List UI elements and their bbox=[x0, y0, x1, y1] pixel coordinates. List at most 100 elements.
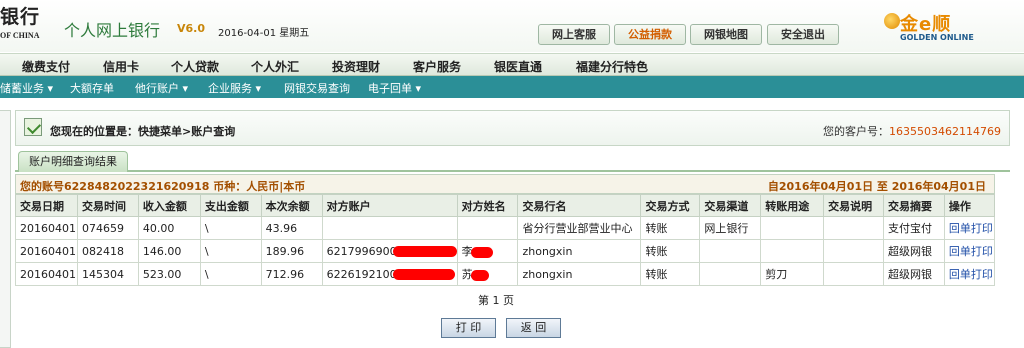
table-row: 20160401 145304 523.00 \ 712.96 62261921… bbox=[15, 262, 996, 286]
table-row: 20160401 082418 146.00 \ 189.96 62179969… bbox=[15, 239, 996, 263]
nav-item-fujian-special[interactable]: 福建分行特色 bbox=[576, 58, 648, 75]
cell-purpose bbox=[760, 216, 825, 240]
sub-nav: 储蓄业务 ▾ 大额存单 他行账户 ▾ 企业服务 ▾ 网银交易查询 电子回单 ▾ bbox=[0, 76, 1024, 98]
cell-balance: 189.96 bbox=[260, 239, 323, 263]
col-note: 交易说明 bbox=[823, 194, 884, 217]
cell-purpose: 剪刀 bbox=[760, 262, 825, 286]
side-panel-collapsed[interactable] bbox=[0, 110, 11, 348]
cell-date: 20160401 bbox=[15, 239, 78, 263]
cell-date: 20160401 bbox=[15, 262, 78, 286]
nav-item-medical[interactable]: 银医直通 bbox=[494, 58, 542, 75]
redaction-mark bbox=[470, 246, 493, 258]
cell-income: 523.00 bbox=[137, 262, 201, 286]
customer-number-label: 您的客户号： bbox=[823, 125, 890, 138]
col-counter-account: 对方账户 bbox=[321, 194, 458, 217]
account-info-bar: 您的账号6228482022321620918 币种：人民币|本币 自2016年… bbox=[15, 174, 995, 194]
cell-channel bbox=[699, 262, 762, 286]
receipt-print-link[interactable]: 回单打印 bbox=[943, 216, 996, 240]
tab-account-detail-result[interactable]: 账户明细查询结果 bbox=[18, 151, 128, 172]
cell-channel bbox=[699, 239, 762, 263]
col-summary: 交易摘要 bbox=[882, 194, 945, 217]
cell-counter-account: 6226192100 bbox=[321, 262, 458, 286]
back-button[interactable]: 返 回 bbox=[506, 318, 561, 338]
cell-counter-name: 苏 bbox=[456, 262, 519, 286]
subnav-transaction-query[interactable]: 网银交易查询 bbox=[284, 80, 350, 96]
cell-summary: 超级网银 bbox=[882, 239, 945, 263]
online-service-button[interactable]: 网上客服 bbox=[538, 24, 610, 45]
logout-button[interactable]: 安全退出 bbox=[767, 24, 839, 45]
col-balance: 本次余额 bbox=[260, 194, 323, 217]
bank-map-button[interactable]: 网银地图 bbox=[690, 24, 762, 45]
print-button[interactable]: 打 印 bbox=[441, 318, 496, 338]
cell-bank-name: 省分行营业部营业中心 bbox=[517, 216, 642, 240]
subnav-e-receipt[interactable]: 电子回单 ▾ bbox=[368, 80, 421, 96]
cell-income: 40.00 bbox=[137, 216, 201, 240]
customer-number-value: 1635503462114769 bbox=[889, 125, 1001, 138]
main-nav: 缴费支付 信用卡 个人贷款 个人外汇 投资理财 客户服务 银医直通 福建分行特色 bbox=[0, 53, 1024, 76]
date-range: 自2016年04月01日 至 2016年04月01日 bbox=[767, 180, 986, 193]
counter-account-text: 6217996900 bbox=[326, 244, 397, 258]
cell-summary: 支付宝付 bbox=[882, 216, 945, 240]
cell-note bbox=[823, 239, 884, 263]
cell-date: 20160401 bbox=[15, 216, 78, 240]
col-date: 交易日期 bbox=[15, 194, 78, 217]
cell-channel: 网上银行 bbox=[699, 216, 762, 240]
breadcrumb-text: 您现在的位置是：快捷菜单>账户查询 bbox=[50, 125, 236, 138]
cell-method: 转账 bbox=[640, 262, 701, 286]
nav-item-forex[interactable]: 个人外汇 bbox=[251, 58, 299, 75]
cell-time: 082418 bbox=[76, 239, 139, 263]
redaction-mark bbox=[392, 246, 457, 257]
col-time: 交易时间 bbox=[76, 194, 139, 217]
subnav-enterprise[interactable]: 企业服务 ▾ bbox=[208, 80, 261, 96]
cell-method: 转账 bbox=[640, 239, 701, 263]
cell-income: 146.00 bbox=[137, 239, 201, 263]
location-check-icon bbox=[24, 118, 42, 136]
cell-balance: 712.96 bbox=[260, 262, 323, 286]
col-expense: 支出金额 bbox=[199, 194, 262, 217]
account-info: 您的账号6228482022321620918 币种：人民币|本币 bbox=[20, 180, 306, 193]
receipt-print-link[interactable]: 回单打印 bbox=[943, 239, 996, 263]
customer-number: 您的客户号：1635503462114769 bbox=[823, 123, 1001, 139]
nav-item-payment[interactable]: 缴费支付 bbox=[22, 58, 70, 75]
bank-logo-text: 银行 bbox=[0, 6, 41, 28]
breadcrumb: 您现在的位置是：快捷菜单>账户查询 您的客户号：1635503462114769 bbox=[15, 110, 1010, 146]
counter-account-text: 6226192100 bbox=[326, 267, 397, 281]
col-counter-name: 对方姓名 bbox=[456, 194, 519, 217]
subnav-other-bank-accounts[interactable]: 他行账户 ▾ bbox=[135, 80, 188, 96]
cell-counter-account: 6217996900 bbox=[321, 239, 458, 263]
app-title: 个人网上银行 bbox=[64, 21, 161, 40]
cell-time: 145304 bbox=[76, 262, 139, 286]
cell-counter-name bbox=[456, 216, 519, 240]
col-method: 交易方式 bbox=[640, 194, 701, 217]
col-action: 操作 bbox=[943, 194, 996, 217]
cell-bank-name: zhongxin bbox=[517, 239, 642, 263]
subnav-savings[interactable]: 储蓄业务 ▾ bbox=[0, 80, 53, 96]
cell-counter-name: 李 bbox=[456, 239, 519, 263]
redaction-mark bbox=[470, 269, 489, 281]
golden-online-logo: 金e顺 GOLDEN ONLINE bbox=[884, 10, 1014, 46]
result-tabbar: 账户明细查询结果 bbox=[15, 150, 1010, 172]
golden-logo-subtitle: GOLDEN ONLINE bbox=[900, 33, 974, 42]
cell-expense: \ bbox=[199, 262, 262, 286]
cell-method: 转账 bbox=[640, 216, 701, 240]
current-date: 2016-04-01 星期五 bbox=[218, 28, 310, 39]
golden-coin-icon bbox=[884, 13, 900, 29]
page-indicator: 第 1 页 bbox=[478, 294, 514, 307]
table-header-row: 交易日期 交易时间 收入金额 支出金额 本次余额 对方账户 对方姓名 交易行名 … bbox=[15, 194, 996, 217]
subnav-large-deposit[interactable]: 大额存单 bbox=[70, 80, 114, 96]
charity-donation-button[interactable]: 公益捐款 bbox=[614, 24, 686, 45]
nav-item-customer-service[interactable]: 客户服务 bbox=[413, 58, 461, 75]
nav-item-investment[interactable]: 投资理财 bbox=[332, 58, 380, 75]
cell-balance: 43.96 bbox=[260, 216, 323, 240]
nav-item-personal-loan[interactable]: 个人贷款 bbox=[171, 58, 219, 75]
receipt-print-link[interactable]: 回单打印 bbox=[943, 262, 996, 286]
bank-logo-english: OF CHINA bbox=[0, 31, 40, 40]
nav-item-credit-card[interactable]: 信用卡 bbox=[103, 58, 139, 75]
header: 银行 OF CHINA 个人网上银行 V6.0 2016-04-01 星期五 网… bbox=[0, 0, 1024, 52]
table-row: 20160401 074659 40.00 \ 43.96 省分行营业部营业中心… bbox=[15, 216, 996, 240]
cell-note bbox=[823, 262, 884, 286]
cell-expense: \ bbox=[199, 216, 262, 240]
cell-expense: \ bbox=[199, 239, 262, 263]
col-channel: 交易渠道 bbox=[699, 194, 762, 217]
cell-bank-name: zhongxin bbox=[517, 262, 642, 286]
